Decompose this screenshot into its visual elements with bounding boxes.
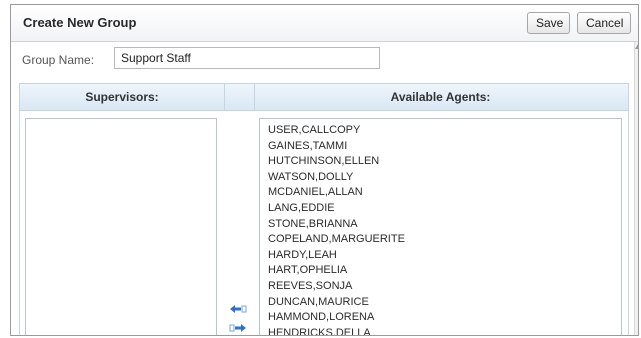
available-agents-header: Available Agents:	[390, 90, 491, 104]
arrow-right-icon[interactable]	[229, 322, 247, 334]
arrow-left-icon[interactable]	[229, 303, 247, 315]
agent-list-item[interactable]: DUNCAN,MAURICE	[268, 295, 613, 311]
cancel-button[interactable]: Cancel	[577, 12, 631, 34]
agent-list-item[interactable]: GAINES,TAMMI	[268, 139, 613, 155]
dialog-scrollbar[interactable]	[634, 42, 638, 335]
agent-list-item[interactable]: HART,OPHELIA	[268, 263, 613, 279]
create-group-dialog: Create New Group Save Cancel Group Name:…	[10, 4, 639, 336]
agent-list-item[interactable]: HAMMOND,LORENA	[268, 310, 613, 326]
supervisors-list[interactable]	[25, 118, 217, 335]
save-button[interactable]: Save	[527, 12, 570, 34]
scroll-up-icon[interactable]	[635, 44, 638, 49]
agent-list-item[interactable]: REEVES,SONJA	[268, 279, 613, 295]
transfer-header-spacer	[224, 84, 255, 110]
panel-header: Supervisors: Available Agents:	[20, 84, 628, 111]
dialog-title: Create New Group	[23, 15, 137, 30]
agent-list-item[interactable]: STONE,BRIANNA	[268, 217, 613, 233]
supervisors-header: Supervisors:	[85, 90, 159, 104]
agent-list-item[interactable]: COPELAND,MARGUERITE	[268, 232, 613, 248]
agent-list-item[interactable]: USER,CALLCOPY	[268, 123, 613, 139]
agent-list-item[interactable]: WATSON,DOLLY	[268, 170, 613, 186]
available-agents-list[interactable]: USER,CALLCOPY GAINES,TAMMI HUTCHINSON,ELLE…	[259, 118, 622, 335]
assignment-panel: Supervisors: Available Agents: USER,CALL…	[19, 83, 629, 335]
agent-list-item[interactable]: MCDANIEL,ALLAN	[268, 185, 613, 201]
group-name-row: Group Name:	[11, 42, 631, 78]
group-name-label: Group Name:	[22, 53, 95, 67]
agent-list-item[interactable]: HARDY,LEAH	[268, 248, 613, 264]
group-name-input[interactable]	[114, 47, 380, 69]
agent-list-item[interactable]: LANG,EDDIE	[268, 201, 613, 217]
agent-list-item[interactable]: HENDRICKS,DELLA	[268, 326, 613, 335]
agent-list-item[interactable]: HUTCHINSON,ELLEN	[268, 154, 613, 170]
dialog-titlebar: Create New Group Save Cancel	[11, 5, 638, 42]
